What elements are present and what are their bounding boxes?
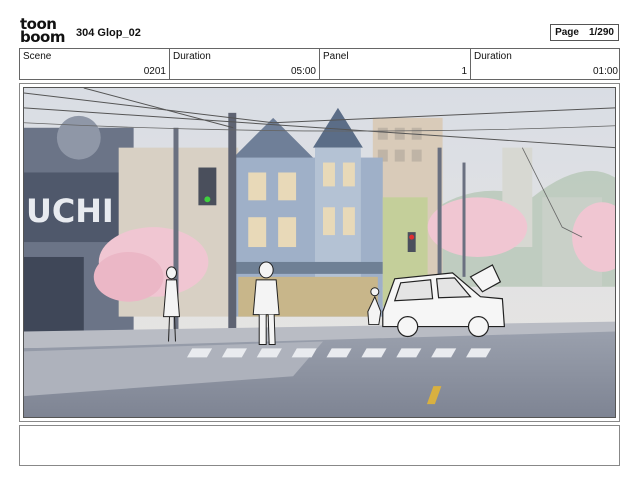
- scene-label: Scene: [23, 51, 52, 62]
- page-label: Page: [555, 27, 579, 38]
- street-scene-illustration: UCHI: [24, 88, 615, 417]
- scene-cell: Scene 0201: [20, 49, 170, 79]
- scene-duration-label: Duration: [173, 51, 211, 62]
- page-indicator: Page 1/290: [550, 24, 619, 41]
- panel-cell: Panel 1: [320, 49, 471, 79]
- scene-duration-cell: Duration 05:00: [170, 49, 320, 79]
- panel-duration-value: 01:00: [592, 66, 618, 77]
- panel-label: Panel: [323, 51, 349, 62]
- storyboard-title: 304 Glop_02: [76, 27, 141, 39]
- panel-duration-label: Duration: [474, 51, 512, 62]
- panel-duration-cell: Duration 01:00: [471, 49, 621, 79]
- panel-info-table: Scene 0201 Duration 05:00 Panel 1 Durati…: [19, 48, 620, 80]
- shop-sign-text: UCHI: [26, 192, 114, 230]
- page-value: 1/290: [588, 27, 614, 38]
- scene-duration-value: 05:00: [290, 66, 316, 77]
- toon-boom-logo: toon boom: [20, 17, 68, 46]
- logo-line-bottom: boom: [20, 28, 65, 46]
- panel-image: UCHI: [23, 87, 616, 418]
- scene-value: 0201: [143, 66, 166, 77]
- storyboard-panel[interactable]: UCHI: [19, 83, 620, 422]
- panel-caption-box[interactable]: [19, 425, 620, 466]
- panel-value: 1: [461, 66, 467, 77]
